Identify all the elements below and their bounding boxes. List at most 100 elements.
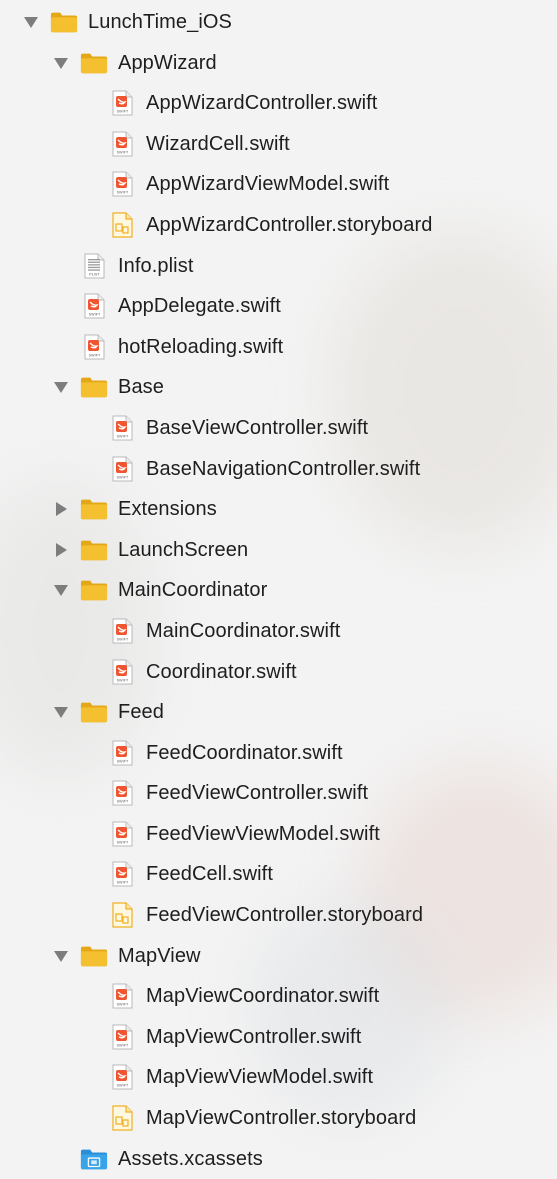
svg-text:SWIFT: SWIFT [117, 150, 129, 154]
tree-folder-row[interactable]: MapView [0, 936, 557, 977]
tree-folder-row[interactable]: Base [0, 367, 557, 408]
swift-file-icon: SWIFT [108, 415, 136, 441]
tree-item-label: FeedCoordinator.swift [146, 741, 343, 764]
tree-file-row[interactable]: SWIFT AppWizardViewModel.swift [0, 164, 557, 205]
tree-folder-row[interactable]: Feed [0, 692, 557, 733]
swift-file-icon: SWIFT [108, 659, 136, 685]
storyboard-file-icon [108, 1105, 136, 1131]
tree-item-label: MapViewController.storyboard [146, 1107, 417, 1130]
folder-icon [80, 496, 108, 522]
tree-item-label: FeedViewViewModel.swift [146, 822, 380, 845]
storyboard-file-icon [108, 902, 136, 928]
swift-file-icon: SWIFT [108, 780, 136, 806]
tree-item-label: AppWizardViewModel.swift [146, 173, 390, 196]
tree-item-label: BaseViewController.swift [146, 416, 369, 439]
disclosure-triangle-expanded-icon[interactable] [22, 13, 40, 31]
svg-text:SWIFT: SWIFT [117, 759, 129, 763]
swift-file-icon: SWIFT [108, 740, 136, 766]
tree-item-label: LaunchScreen [118, 538, 249, 561]
tree-item-label: Base [118, 376, 164, 399]
project-navigator-tree: LunchTime_iOS AppWizard SWIFT AppWizardC… [0, 2, 557, 1179]
tree-file-row[interactable]: PLIST Info.plist [0, 246, 557, 287]
tree-item-label: AppWizardController.swift [146, 92, 378, 115]
tree-item-label: MapView [118, 944, 201, 967]
tree-item-label: AppWizard [118, 51, 217, 74]
svg-text:SWIFT: SWIFT [117, 110, 129, 114]
disclosure-triangle-expanded-icon[interactable] [52, 947, 70, 965]
folder-icon [80, 374, 108, 400]
swift-file-icon: SWIFT [80, 293, 108, 319]
disclosure-triangle-expanded-icon[interactable] [52, 54, 70, 72]
tree-item-label: AppWizardController.storyboard [146, 213, 433, 236]
disclosure-triangle-collapsed-icon[interactable] [52, 500, 70, 518]
svg-text:SWIFT: SWIFT [89, 353, 101, 357]
tree-file-row[interactable]: SWIFT FeedViewViewModel.swift [0, 814, 557, 855]
folder-icon [80, 943, 108, 969]
swift-file-icon: SWIFT [108, 131, 136, 157]
svg-text:SWIFT: SWIFT [117, 800, 129, 804]
disclosure-triangle-expanded-icon[interactable] [52, 703, 70, 721]
svg-text:SWIFT: SWIFT [117, 678, 129, 682]
disclosure-triangle-expanded-icon[interactable] [52, 581, 70, 599]
disclosure-triangle-collapsed-icon[interactable] [52, 541, 70, 559]
tree-file-row[interactable]: MapViewController.storyboard [0, 1098, 557, 1139]
swift-file-icon: SWIFT [108, 1064, 136, 1090]
folder-icon [50, 9, 78, 35]
svg-text:SWIFT: SWIFT [117, 434, 129, 438]
tree-file-row[interactable]: SWIFT MapViewController.swift [0, 1017, 557, 1058]
svg-text:SWIFT: SWIFT [117, 475, 129, 479]
tree-folder-row[interactable]: Extensions [0, 489, 557, 530]
svg-text:SWIFT: SWIFT [117, 840, 129, 844]
tree-folder-row[interactable]: LunchTime_iOS [0, 2, 557, 43]
storyboard-file-icon [108, 212, 136, 238]
svg-text:SWIFT: SWIFT [117, 1084, 129, 1088]
folder-icon [80, 50, 108, 76]
tree-file-row[interactable]: SWIFT FeedCell.swift [0, 854, 557, 895]
tree-item-label: FeedCell.swift [146, 863, 273, 886]
tree-file-row[interactable]: SWIFT AppDelegate.swift [0, 286, 557, 327]
swift-file-icon: SWIFT [108, 861, 136, 887]
plist-file-icon: PLIST [80, 253, 108, 279]
svg-text:SWIFT: SWIFT [89, 313, 101, 317]
svg-text:SWIFT: SWIFT [117, 637, 129, 641]
tree-file-row[interactable]: FeedViewController.storyboard [0, 895, 557, 936]
svg-text:SWIFT: SWIFT [117, 191, 129, 195]
tree-file-row[interactable]: SWIFT MapViewCoordinator.swift [0, 976, 557, 1017]
swift-file-icon: SWIFT [108, 618, 136, 644]
tree-item-label: FeedViewController.swift [146, 782, 369, 805]
tree-file-row[interactable]: SWIFT hotReloading.swift [0, 327, 557, 368]
tree-item-label: Feed [118, 701, 164, 724]
tree-file-row[interactable]: SWIFT BaseNavigationController.swift [0, 449, 557, 490]
swift-file-icon: SWIFT [108, 171, 136, 197]
tree-item-label: MainCoordinator.swift [146, 619, 341, 642]
tree-item-label: FeedViewController.storyboard [146, 904, 424, 927]
svg-text:SWIFT: SWIFT [117, 1043, 129, 1047]
tree-file-row[interactable]: SWIFT FeedViewController.swift [0, 773, 557, 814]
tree-file-row[interactable]: SWIFT AppWizardController.swift [0, 83, 557, 124]
tree-file-row[interactable]: SWIFT BaseViewController.swift [0, 408, 557, 449]
svg-text:PLIST: PLIST [89, 272, 100, 276]
swift-file-icon: SWIFT [108, 983, 136, 1009]
tree-folder-row[interactable]: MainCoordinator [0, 570, 557, 611]
tree-item-label: MapViewController.swift [146, 1025, 362, 1048]
tree-item-label: Extensions [118, 498, 217, 521]
tree-file-row[interactable]: SWIFT MapViewViewModel.swift [0, 1057, 557, 1098]
tree-folder-row[interactable]: AppWizard [0, 43, 557, 84]
tree-folder-row[interactable]: LaunchScreen [0, 530, 557, 571]
tree-file-row[interactable]: AppWizardController.storyboard [0, 205, 557, 246]
swift-file-icon: SWIFT [80, 334, 108, 360]
tree-item-label: MapViewCoordinator.swift [146, 985, 380, 1008]
tree-file-row[interactable]: SWIFT Coordinator.swift [0, 652, 557, 693]
folder-icon [80, 577, 108, 603]
tree-item-label: LunchTime_iOS [88, 11, 232, 33]
folder-icon [80, 699, 108, 725]
tree-file-row[interactable]: SWIFT MainCoordinator.swift [0, 611, 557, 652]
tree-file-row[interactable]: SWIFT WizardCell.swift [0, 124, 557, 165]
tree-item-label: Assets.xcassets [118, 1147, 263, 1170]
folder-icon [80, 537, 108, 563]
tree-item-label: MapViewViewModel.swift [146, 1066, 374, 1089]
asset-catalog-icon [80, 1146, 108, 1172]
tree-file-row[interactable]: SWIFT FeedCoordinator.swift [0, 733, 557, 774]
tree-item-label: BaseNavigationController.swift [146, 457, 421, 480]
disclosure-triangle-expanded-icon[interactable] [52, 378, 70, 396]
